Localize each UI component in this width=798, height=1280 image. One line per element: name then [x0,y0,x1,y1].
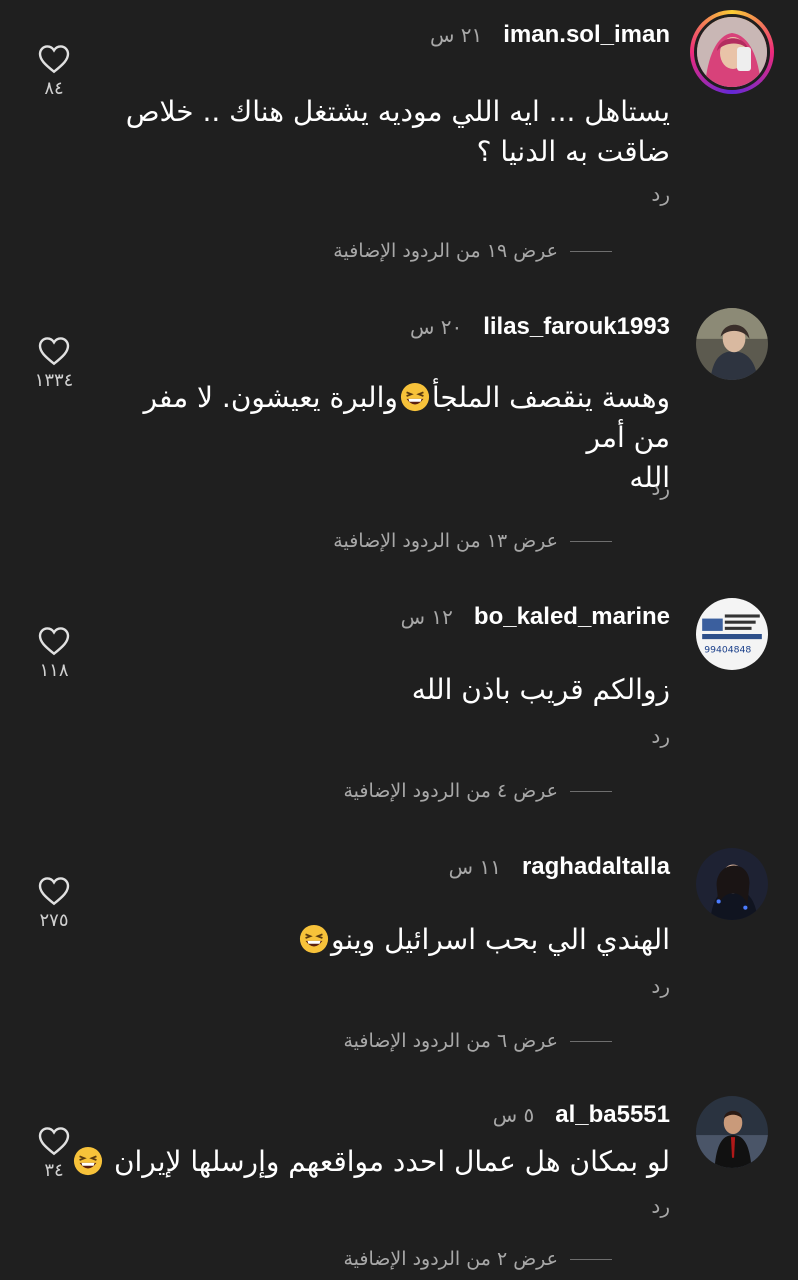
comment-header: lilas_farouk1993 ٢٠ س [410,312,670,343]
comment-header: al_ba5551 ٥ س [493,1100,670,1131]
reply-button[interactable]: رد [651,182,670,206]
comment-header: raghadaltalla ١١ س [449,852,670,883]
heart-icon [38,627,70,656]
view-more-replies-button[interactable]: عرض ٤ من الردود الإضافية [343,780,612,802]
reply-button[interactable]: رد [651,974,670,998]
like-button[interactable]: ٣٤ [34,1126,74,1181]
view-more-replies-button[interactable]: عرض ١٩ من الردود الإضافية [333,240,612,262]
reply-button[interactable]: رد [651,476,670,500]
comment-text: يستاهل ... ايه اللي موديه يشتغل هناك .. … [110,92,670,172]
view-more-replies-button[interactable]: عرض ٦ من الردود الإضافية [343,1030,612,1052]
comment-fragment: الهندي الي بحب اسرائيل وينو [330,923,670,956]
timestamp: ١١ س [448,855,501,879]
comment-text: وهسة ينقصف الملجأوالبرة يعيشون. لا مفر م… [110,378,670,498]
like-button[interactable]: ١٣٣٤ [28,336,80,391]
view-more-replies-button[interactable]: عرض ٢ من الردود الإضافية [343,1248,612,1270]
like-count: ١١٨ [39,660,69,681]
comment-line: زوالكم قريب باذن الله [411,673,670,706]
profile-photo-icon [696,1096,768,1168]
heart-icon [38,45,70,74]
comment-fragment: لو بمكان هل عمال احدد مواقعهم وإرسلها لإ… [113,1145,670,1178]
timestamp: ١٢ س [400,605,453,629]
reply-button[interactable]: رد [651,1194,670,1218]
profile-photo-icon [697,17,767,87]
grinning-squinting-face-icon [299,924,329,954]
reply-button[interactable]: رد [651,724,670,748]
username[interactable]: raghadaltalla [522,853,670,880]
profile-photo-icon [696,848,768,920]
heart-icon [38,1127,70,1156]
comment-line: الهندي الي بحب اسرائيل وينو [110,920,670,960]
comment-item: iman.sol_iman ٢١ س يستاهل ... ايه اللي م… [0,10,798,276]
like-button[interactable]: ٨٤ [34,44,74,99]
comment-text: زوالكم قريب باذن الله [110,670,670,710]
business-card-logo-icon: 99404848 [696,598,768,670]
comment-line: ضاقت به الدنيا ؟ [476,135,670,168]
heart-icon [38,877,70,906]
timestamp: ٢٠ س [409,315,463,339]
timestamp: ٢١ س [430,23,483,47]
avatar-phone-text: 99404848 [704,645,751,656]
like-count: ١٣٣٤ [34,370,74,391]
comment-line: يستاهل ... ايه اللي موديه يشتغل هناك .. … [125,95,670,128]
username[interactable]: lilas_farouk1993 [483,313,670,340]
profile-photo-icon [696,308,768,380]
username[interactable]: al_ba5551 [555,1101,670,1128]
like-button[interactable]: ١١٨ [34,626,74,681]
like-count: ٣٤ [44,1160,64,1181]
avatar[interactable] [696,1096,768,1168]
comment-fragment: وهسة ينقصف الملجأ [431,381,670,414]
comment-item: raghadaltalla ١١ س الهندي الي بحب اسرائي… [0,848,798,1068]
view-more-replies-button[interactable]: عرض ١٣ من الردود الإضافية [333,530,612,552]
comment-item: lilas_farouk1993 ٢٠ س وهسة ينقصف الملجأو… [0,308,798,568]
like-count: ٢٧٥ [39,910,69,931]
avatar[interactable]: 99404848 [696,598,768,670]
comment-text: الهندي الي بحب اسرائيل وينو [110,920,670,960]
comment-line: لو بمكان هل عمال احدد مواقعهم وإرسلها لإ… [70,1142,670,1182]
comment-item: 99404848 bo_kaled_marine ١٢ س زوالكم قري… [0,598,798,818]
comment-header: bo_kaled_marine ١٢ س [401,602,670,633]
comment-line: الله [629,461,670,494]
avatar[interactable] [696,848,768,920]
grinning-squinting-face-icon [73,1146,103,1176]
heart-icon [38,337,70,366]
username[interactable]: iman.sol_iman [503,21,670,48]
avatar[interactable] [690,10,774,94]
like-count: ٨٤ [44,78,64,99]
grinning-squinting-face-icon [400,382,429,412]
comment-header: iman.sol_iman ٢١ س [430,20,670,51]
username[interactable]: bo_kaled_marine [474,603,670,630]
avatar[interactable] [696,308,768,380]
like-button[interactable]: ٢٧٥ [34,876,74,931]
comment-text: لو بمكان هل عمال احدد مواقعهم وإرسلها لإ… [70,1142,670,1182]
comment-item: al_ba5551 ٥ س لو بمكان هل عمال احدد مواق… [0,1096,798,1280]
timestamp: ٥ س [492,1103,535,1127]
comment-line: وهسة ينقصف الملجأوالبرة يعيشون. لا مفر م… [110,378,670,458]
